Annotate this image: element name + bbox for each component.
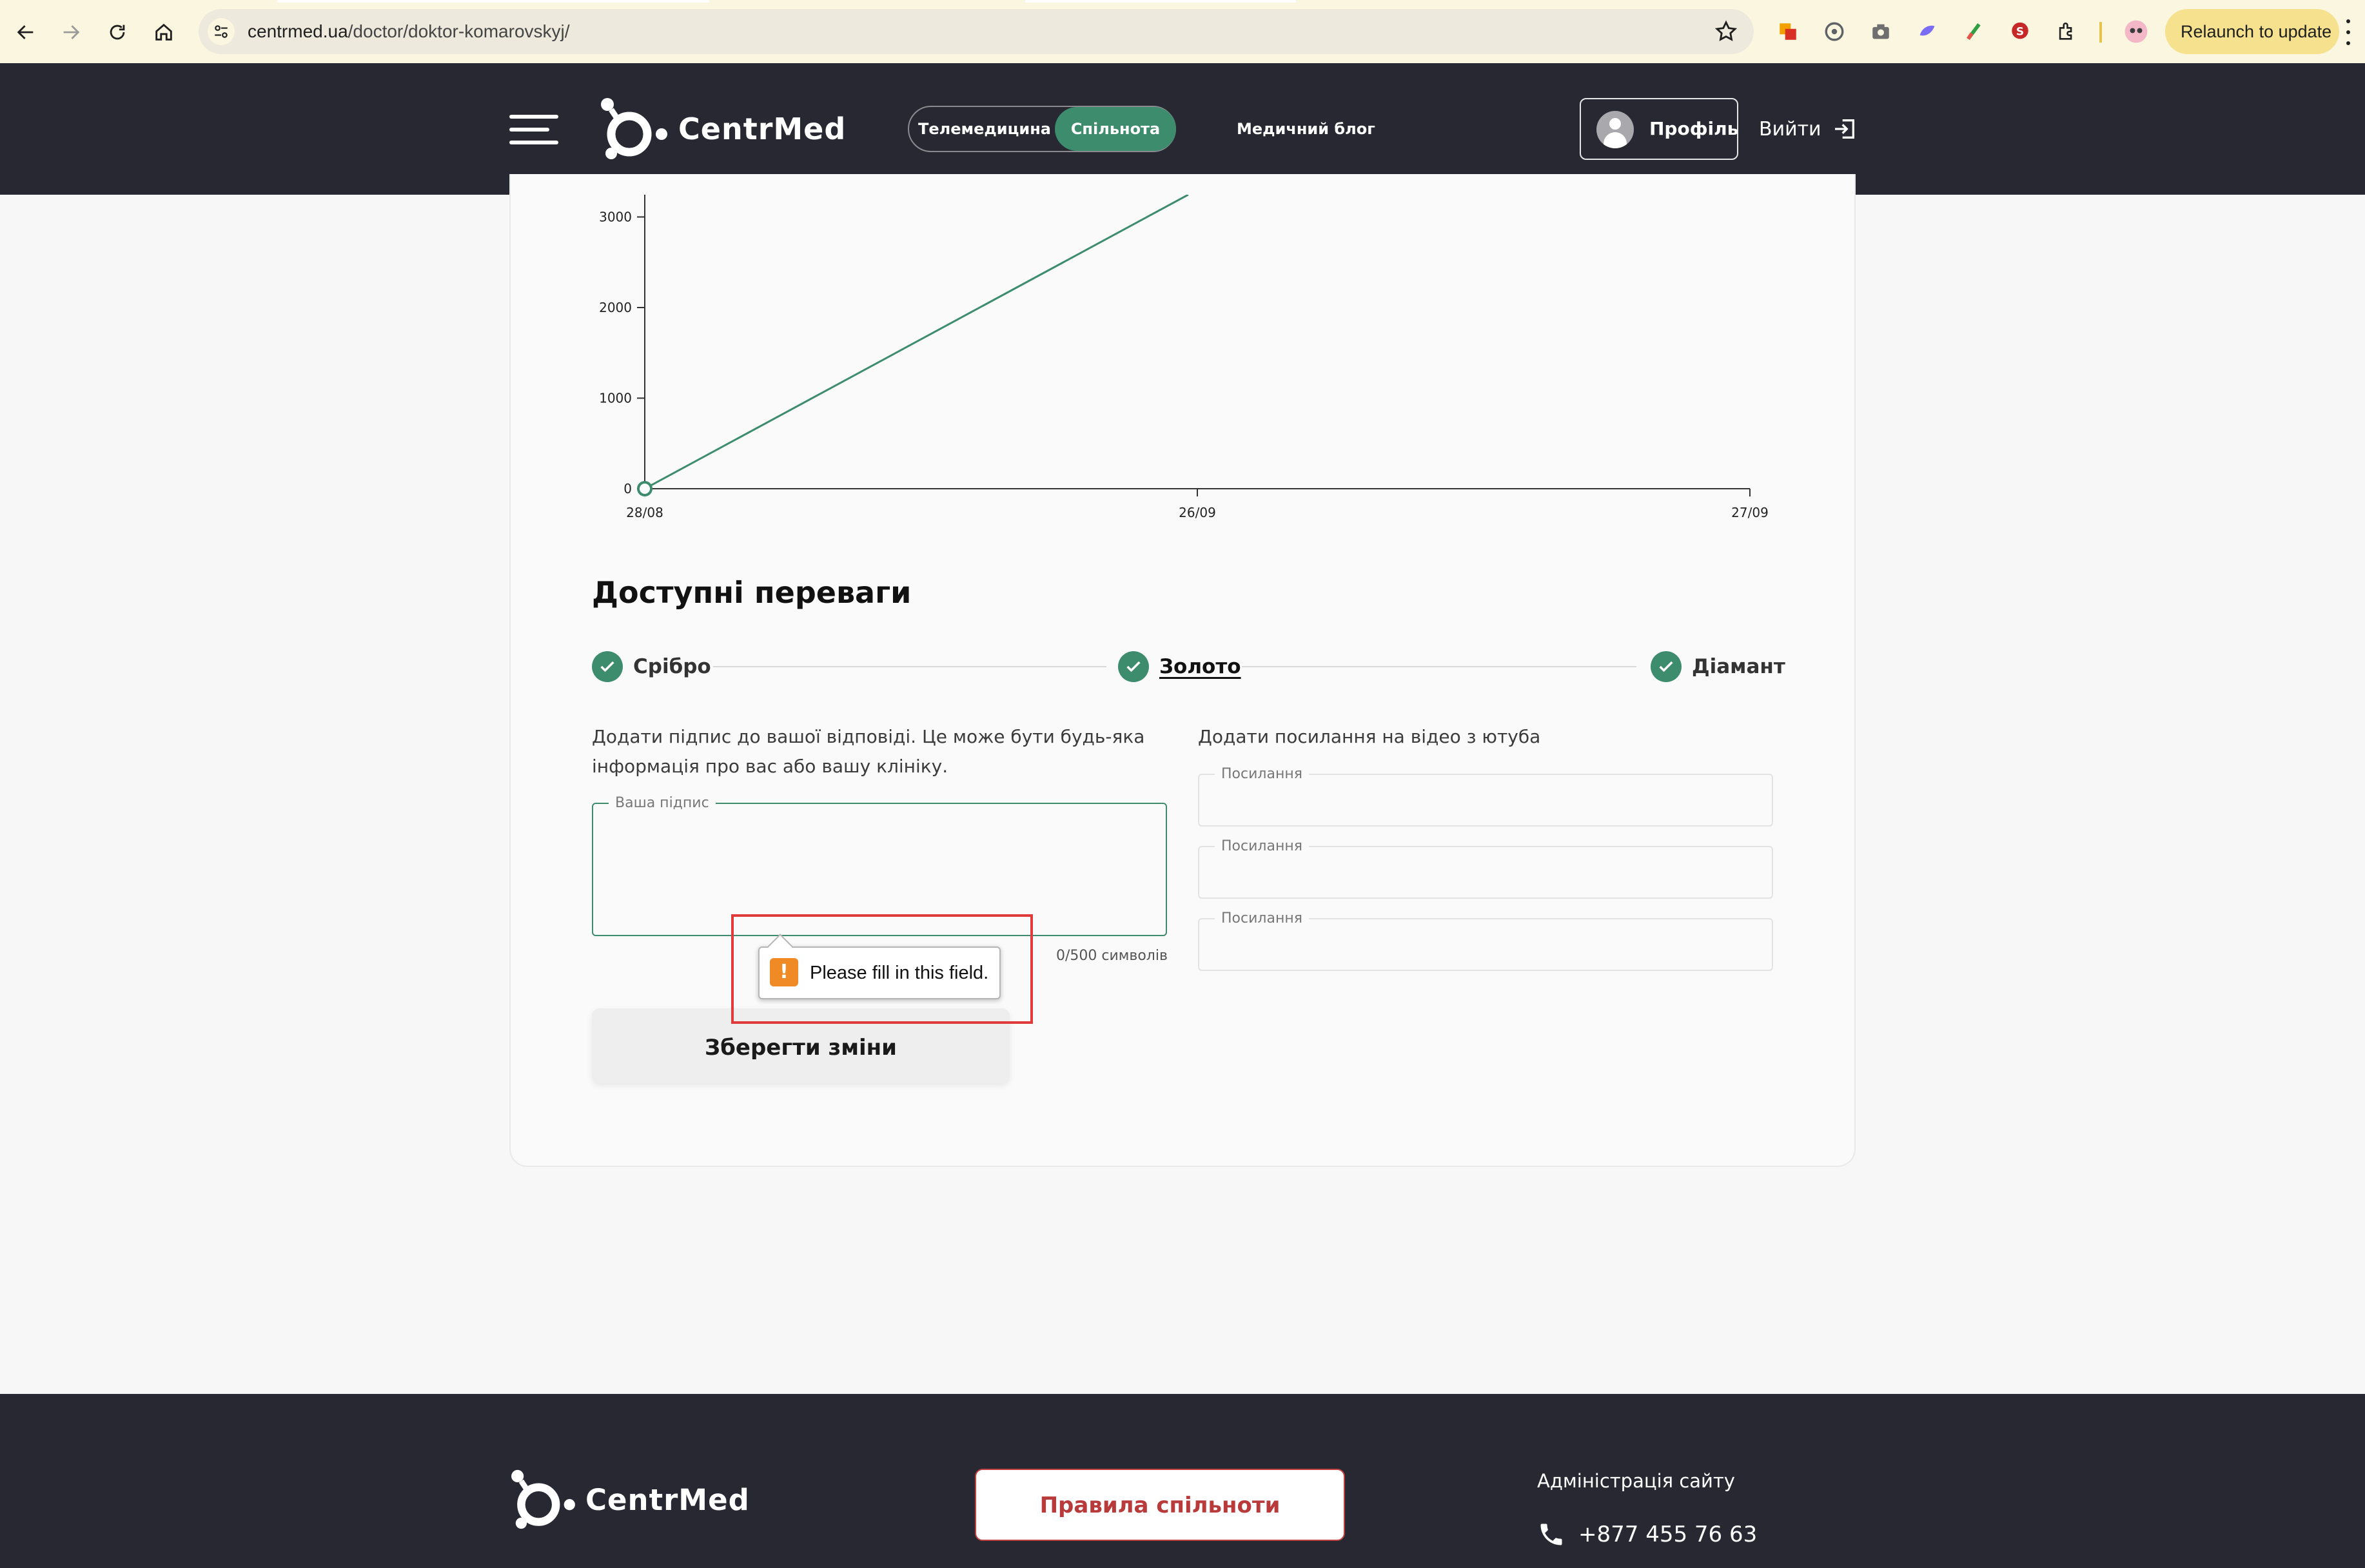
home-icon[interactable] [146, 14, 182, 50]
section-switch: Телемедицина Спільнота [908, 106, 1176, 152]
site-settings-icon[interactable] [208, 18, 235, 45]
hamburger-menu-icon[interactable] [509, 115, 558, 144]
logout-label: Вийти [1759, 117, 1821, 141]
x-tick-label: 26/09 [1179, 505, 1216, 520]
series-line [644, 195, 1189, 490]
tier-gold[interactable]: Золото [1118, 650, 1241, 683]
avatar [1596, 111, 1634, 148]
check-icon [1118, 651, 1149, 682]
tab-community[interactable]: Спільнота [1055, 107, 1176, 151]
community-rules-button[interactable]: Правила спільноти [975, 1469, 1345, 1541]
phone-link[interactable]: +877 455 76 63 [1537, 1520, 1757, 1549]
tab-telemedicine[interactable]: Телемедицина [909, 107, 1060, 151]
video-link-field[interactable]: Посилання [1198, 838, 1773, 899]
tier-connector [1242, 666, 1636, 667]
tier-silver[interactable]: Срібро [592, 650, 711, 683]
y-tick-label: 1000 [599, 391, 632, 406]
medical-blog-link[interactable]: Медичний блог [1237, 106, 1375, 152]
centrmed-logo-icon [601, 98, 667, 159]
signature-help-text: Додати підпис до вашої відповіді. Це мож… [592, 726, 1145, 777]
url-text: centrmed.ua/doctor/doktor-komarovskyj/ [248, 21, 570, 41]
y-tick-label: 0 [623, 481, 632, 496]
x-tick-label: 28/08 [626, 505, 663, 520]
video-links-help-text: Додати посилання на відео з ютуба [1198, 726, 1541, 747]
extension-4-icon[interactable] [1915, 19, 1939, 44]
character-counter: 0/500 символів [1056, 948, 1168, 964]
svg-text:S: S [2016, 26, 2024, 39]
browser-menu-icon[interactable] [2344, 19, 2352, 45]
site-footer: CentrMed Правила спільноти Адміністрація… [0, 1394, 2365, 1568]
logo-text: CentrMed [585, 1482, 750, 1517]
benefits-title: Доступні переваги [592, 575, 912, 610]
y-tick-label: 3000 [599, 210, 632, 225]
forward-icon[interactable] [53, 14, 89, 50]
centrmed-logo-icon [511, 1469, 575, 1529]
profile-avatar-icon[interactable] [2124, 19, 2148, 44]
puzzle-extensions-icon[interactable] [2054, 19, 2079, 44]
profile-button[interactable]: Профіль [1580, 98, 1738, 160]
toolbar-divider [2099, 22, 2102, 43]
video-link-field[interactable]: Посилання [1198, 910, 1773, 971]
bookmark-star-icon[interactable] [1714, 19, 1738, 44]
camera-extension-icon[interactable] [1869, 19, 1893, 44]
profile-label: Профіль [1649, 118, 1739, 139]
series-point [637, 481, 653, 496]
extension-5-icon[interactable] [1961, 19, 1986, 44]
header-logo[interactable]: CentrMed [600, 97, 846, 161]
seo-extension-icon[interactable]: S [2008, 19, 2032, 44]
y-tick-label: 2000 [599, 300, 632, 315]
signature-label: Ваша підпис [609, 795, 716, 812]
address-bar[interactable]: centrmed.ua/doctor/doktor-komarovskyj/ [199, 9, 1754, 54]
relaunch-to-update-button[interactable]: Relaunch to update [2165, 9, 2339, 54]
annotation-highlight-box [731, 914, 1033, 1024]
logout-icon [1834, 119, 1854, 139]
tier-connector [713, 666, 1106, 667]
video-link-field[interactable]: Посилання [1198, 766, 1773, 827]
logout-button[interactable]: Вийти [1759, 106, 1858, 152]
rating-chart: 0 1000 2000 3000 28/08 26/09 27/09 [599, 195, 1769, 520]
x-tick-label: 27/09 [1731, 505, 1769, 520]
extension-2-icon[interactable] [1822, 19, 1847, 44]
back-icon[interactable] [8, 14, 44, 50]
check-icon [592, 651, 623, 682]
footer-logo[interactable]: CentrMed [509, 1467, 750, 1532]
tier-diamond[interactable]: Діамант [1651, 650, 1785, 683]
phone-icon [1540, 1524, 1562, 1545]
check-icon [1651, 651, 1682, 682]
logo-text: CentrMed [678, 112, 847, 146]
reload-icon[interactable] [99, 14, 135, 50]
admin-label: Адміністрація сайту [1537, 1470, 1735, 1492]
browser-toolbar: centrmed.ua/doctor/doktor-komarovskyj/ S… [0, 0, 2365, 63]
extension-1-icon[interactable] [1776, 19, 1800, 44]
